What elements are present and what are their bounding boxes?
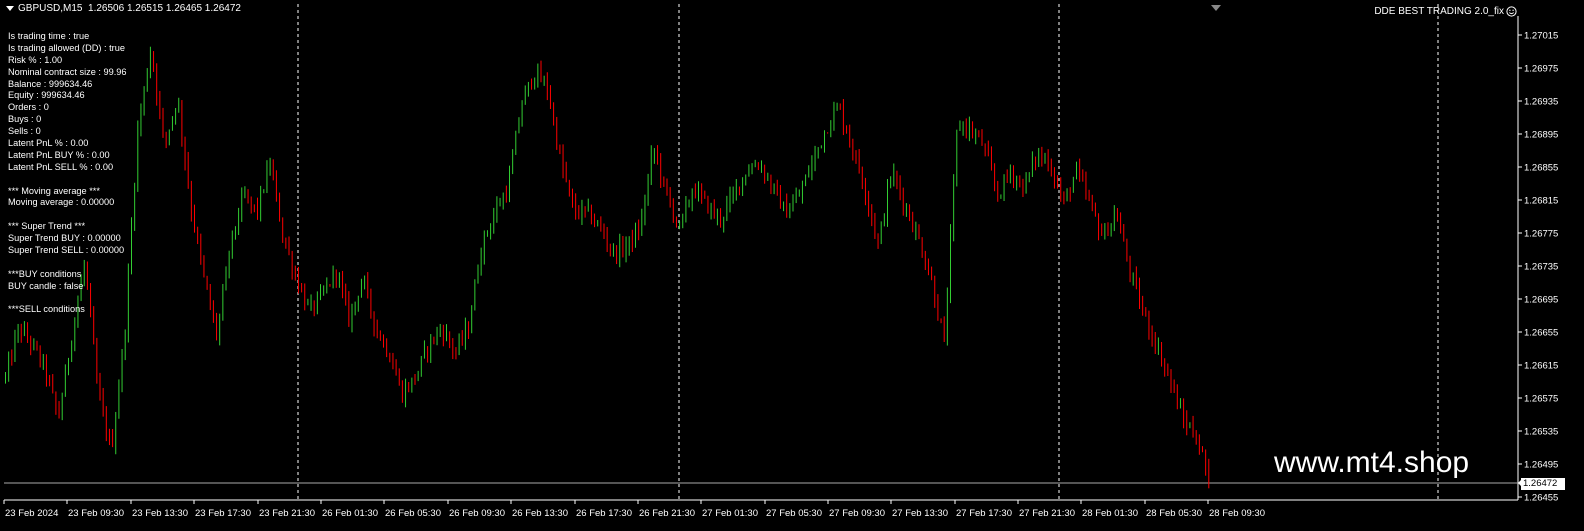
dropdown-triangle-icon[interactable] (6, 5, 14, 11)
info-line: *** Moving average *** (8, 185, 100, 196)
info-line (8, 257, 126, 269)
time-tick-label: 23 Feb 2024 (5, 508, 58, 519)
price-tick-label: 1.26935 (1524, 97, 1558, 108)
price-tick-label: 1.26615 (1524, 361, 1558, 372)
expert-advisor-label[interactable]: DDE BEST TRADING 2.0_fix (1374, 6, 1504, 17)
time-tick-label: 26 Feb 01:30 (322, 508, 378, 519)
info-line: Balance : 999634.46 (8, 78, 93, 89)
info-line: Latent PnL BUY % : 0.00 (8, 149, 110, 160)
info-line: Latent PnL SELL % : 0.00 (8, 161, 114, 172)
info-line: ***BUY conditions (8, 268, 82, 279)
price-tick-label: 1.26455 (1524, 493, 1558, 504)
time-tick-label: 23 Feb 13:30 (132, 508, 188, 519)
price-tick-label: 1.26655 (1524, 328, 1558, 339)
info-line: ***SELL conditions (8, 304, 85, 315)
price-tick-label: 1.26535 (1524, 427, 1558, 438)
time-tick-label: 28 Feb 01:30 (1082, 508, 1138, 519)
info-line: Sells : 0 (8, 126, 41, 137)
info-line: Nominal contract size : 99.96 (8, 66, 127, 77)
price-tick-label: 1.26855 (1524, 163, 1558, 174)
price-tick-label: 1.26575 (1524, 394, 1558, 405)
info-line: Orders : 0 (8, 102, 49, 113)
info-line: Super Trend BUY : 0.00000 (8, 233, 121, 244)
time-tick-label: 27 Feb 01:30 (702, 508, 758, 519)
info-line: Equity : 999634.46 (8, 90, 85, 101)
time-tick-label: 28 Feb 09:30 (1209, 508, 1265, 519)
time-tick-label: 27 Feb 13:30 (892, 508, 948, 519)
info-line: Risk % : 1.00 (8, 54, 63, 65)
info-line: Latent PnL % : 0.00 (8, 138, 89, 149)
time-tick-label: 27 Feb 21:30 (1019, 508, 1075, 519)
time-tick-label: 27 Feb 17:30 (956, 508, 1012, 519)
time-tick-label: 27 Feb 09:30 (829, 508, 885, 519)
price-tick-label: 1.26975 (1524, 64, 1558, 75)
price-tick-label: 1.27015 (1524, 31, 1558, 42)
time-tick-label: 26 Feb 13:30 (512, 508, 568, 519)
info-line: Super Trend SELL : 0.00000 (8, 245, 125, 256)
time-tick-label: 26 Feb 09:30 (449, 508, 505, 519)
time-tick-label: 23 Feb 21:30 (259, 508, 315, 519)
chart-window[interactable]: 1.27015 1.26975 1.26935 1.26895 1.26855 1.268… (0, 0, 1584, 531)
time-tick-label: 28 Feb 05:30 (1146, 508, 1202, 519)
time-tick-label: 26 Feb 05:30 (385, 508, 441, 519)
info-line: Is trading time : true (8, 31, 90, 41)
info-line: BUY candle : false (8, 280, 84, 291)
time-tick-label: 23 Feb 09:30 (68, 508, 124, 519)
info-line: Buys : 0 (8, 114, 42, 125)
symbol-info: GBPUSD,M15 1.26506 1.26515 1.26465 1.264… (18, 3, 241, 14)
info-line: Is trading allowed (DD) : true (8, 42, 125, 53)
ea-name-text: DDE BEST TRADING 2.0_fix (1374, 6, 1504, 17)
price-tick-label: 1.26695 (1524, 295, 1558, 306)
info-line: Moving average : 0.00000 (8, 197, 115, 208)
smiley-icon[interactable] (1506, 6, 1517, 17)
price-tick-label: 1.26895 (1524, 130, 1558, 141)
price-tick-label: 1.26735 (1524, 262, 1558, 273)
info-line (8, 174, 126, 186)
time-tick-label: 26 Feb 21:30 (639, 508, 695, 519)
time-tick-label: 26 Feb 17:30 (576, 508, 632, 519)
price-tick-label: 1.26495 (1524, 460, 1558, 471)
time-tick-label: 27 Feb 05:30 (766, 508, 822, 519)
current-price-label: 1.26472 (1521, 478, 1565, 490)
info-line: *** Super Trend *** (8, 221, 86, 232)
symbol-header: GBPUSD,M15 1.26506 1.26515 1.26465 1.264… (6, 3, 241, 14)
price-tick-label: 1.26815 (1524, 196, 1558, 207)
ea-info-panel: Is trading time : true Is trading allowed… (8, 31, 126, 316)
watermark-text: www.mt4.shop (1274, 446, 1470, 479)
candles (5, 46, 1210, 489)
chart-shift-icon[interactable] (1211, 5, 1221, 11)
price-tick-label: 1.26775 (1524, 229, 1558, 240)
time-tick-label: 23 Feb 17:30 (195, 508, 251, 519)
info-line (8, 293, 126, 305)
info-line (8, 209, 126, 221)
